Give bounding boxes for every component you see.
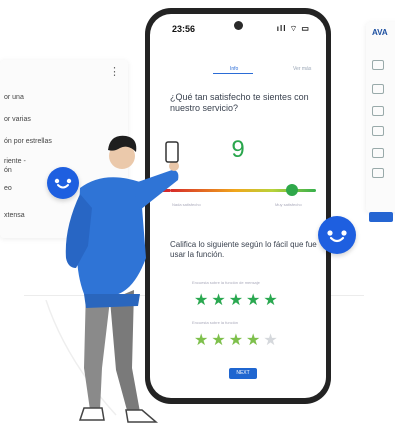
background-panel-right: AVA [366, 22, 395, 222]
star-icon[interactable]: ★ [229, 332, 246, 349]
status-time: 23:56 [172, 24, 196, 34]
next-button[interactable]: NEXT [229, 368, 257, 379]
star-icon[interactable]: ★ [263, 292, 280, 309]
option-item: or una [4, 94, 24, 101]
camera-notch [234, 21, 243, 30]
star-icon[interactable]: ★ [246, 292, 263, 309]
star-icon[interactable]: ★ [194, 292, 211, 309]
slider-high-label: Muy satisfecho [275, 202, 302, 207]
people-icon [372, 106, 384, 116]
rating-label: Encuesta sobre la función [192, 320, 239, 325]
status-icons: ıll ⌔ ▭ [276, 24, 310, 33]
star-icon[interactable]: ★ [246, 332, 263, 349]
option-item: eo [4, 185, 12, 192]
star-icon[interactable]: ★ [211, 292, 228, 309]
option-item: riente - [4, 158, 26, 165]
panel-title: AVA [372, 28, 388, 37]
active-tab-indicator [213, 73, 253, 74]
menu-dots-icon: ⋮ [109, 66, 120, 78]
star-rating-2[interactable]: ★★★★★ [194, 330, 281, 350]
tag-icon [372, 84, 384, 94]
document-icon [372, 148, 384, 158]
smiley-bubble-icon [318, 216, 356, 254]
satisfaction-question: ¿Qué tan satisfecho te sientes con nuest… [170, 92, 309, 113]
image-icon [372, 126, 384, 136]
grid-icon [372, 168, 384, 178]
star-rating-1[interactable]: ★★★★★ [194, 290, 281, 310]
text-icon [372, 60, 384, 70]
satisfaction-slider-thumb[interactable] [286, 184, 298, 196]
panel-button[interactable] [369, 212, 393, 222]
star-icon[interactable]: ★ [229, 292, 246, 309]
person-illustration [65, 135, 179, 423]
option-item: xtensa [4, 212, 25, 219]
rating-label: Encuesta sobre la función de mensaje [192, 280, 260, 285]
star-icon[interactable]: ★ [263, 332, 280, 349]
star-icon[interactable]: ★ [211, 332, 228, 349]
star-icon[interactable]: ★ [194, 332, 211, 349]
tab-info[interactable]: Info [230, 66, 238, 72]
tab-ver-mas[interactable]: Ver más [293, 66, 311, 72]
option-item: ón [4, 167, 12, 174]
option-item: or varias [4, 116, 31, 123]
